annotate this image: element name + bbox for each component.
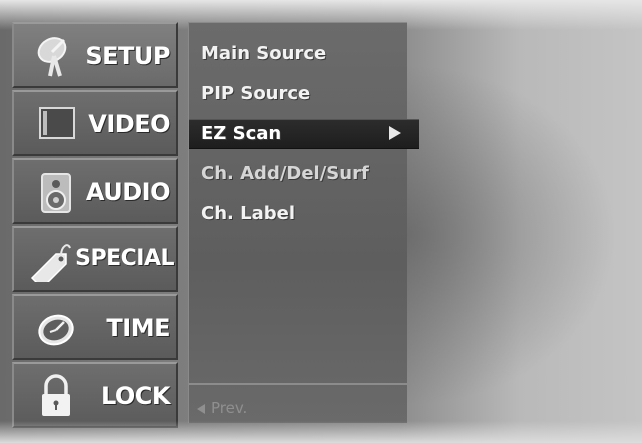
- menu-item-pip-source[interactable]: PIP Source: [189, 77, 407, 111]
- category-label: SETUP: [85, 42, 170, 70]
- category-label: TIME: [106, 314, 170, 342]
- category-sidebar: SETUP VIDEO AUDIO SPECIAL TIME LOCK: [12, 22, 178, 432]
- menu-item-label: Main Source: [201, 43, 327, 64]
- category-time[interactable]: TIME: [12, 294, 178, 360]
- menu-item-label: Ch. Label: [201, 203, 296, 224]
- category-label: SPECIAL: [75, 246, 174, 271]
- category-label: AUDIO: [85, 178, 171, 206]
- arrow-right-icon: [389, 126, 401, 140]
- tv-screen: SETUP VIDEO AUDIO SPECIAL TIME LOCK Main…: [0, 0, 642, 443]
- satellite-dish-icon: [37, 37, 67, 77]
- category-audio[interactable]: AUDIO: [12, 158, 178, 224]
- menu-item-label: Ch. Add/Del/Surf: [201, 163, 369, 184]
- padlock-icon: [42, 374, 70, 416]
- screen-icon: [39, 107, 75, 139]
- menu-item-ez-scan[interactable]: EZ Scan: [189, 119, 419, 149]
- category-label: VIDEO: [88, 110, 170, 138]
- menu-item-main-source[interactable]: Main Source: [189, 37, 407, 71]
- category-video[interactable]: VIDEO: [12, 90, 178, 156]
- speaker-icon: [41, 173, 71, 213]
- tag-icon: [30, 244, 71, 282]
- prev-label: Prev.: [211, 399, 248, 417]
- arrow-left-icon: [197, 403, 205, 414]
- category-lock[interactable]: LOCK: [12, 362, 178, 428]
- screen-bottom-glare: [0, 421, 642, 443]
- panel-divider: [189, 383, 407, 385]
- menu-item-label: EZ Scan: [201, 123, 282, 144]
- submenu-panel: Main Source PIP Source EZ Scan Ch. Add/D…: [188, 22, 419, 423]
- category-special[interactable]: SPECIAL: [12, 226, 178, 292]
- menu-item-label: PIP Source: [201, 83, 311, 104]
- menu-item-ch-label[interactable]: Ch. Label: [189, 197, 407, 231]
- clock-icon: [38, 314, 74, 346]
- menu-item-ch-add-del-surf[interactable]: Ch. Add/Del/Surf: [189, 157, 407, 191]
- prev-button[interactable]: Prev.: [197, 399, 247, 417]
- category-label: LOCK: [100, 382, 171, 410]
- category-setup[interactable]: SETUP: [12, 22, 178, 88]
